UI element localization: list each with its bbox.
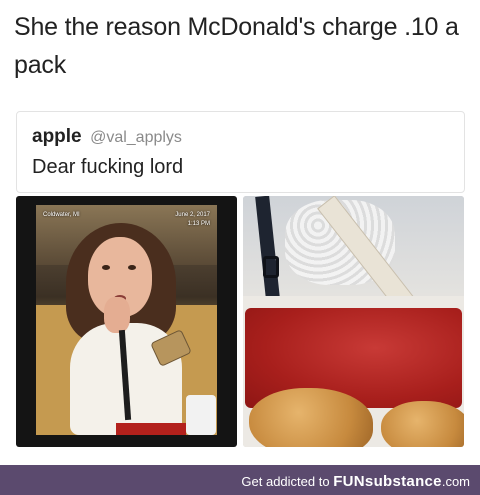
photo-ketchup-and-nuggets	[243, 196, 464, 447]
ketchup-tray	[116, 423, 186, 435]
drink-cup	[186, 395, 216, 435]
meme-caption: She the reason McDonald's charge .10 a p…	[14, 13, 459, 79]
hand	[104, 297, 130, 333]
footer-text[interactable]: Get addicted to FUNsubstance.com	[241, 473, 470, 490]
eye-left	[102, 265, 110, 270]
footer-banner[interactable]: Get addicted to FUNsubstance.com	[0, 465, 480, 495]
footer-site-name: FUNsubstance	[333, 473, 442, 490]
tweet-card: apple @val_applys Dear fucking lord	[16, 111, 465, 193]
snapchat-frame: Coldwater, MI June 2, 2017 1:13 PM	[36, 205, 217, 435]
photo-woman-eating-ketchup: Coldwater, MI June 2, 2017 1:13 PM	[16, 196, 237, 447]
snap-location-filter: Coldwater, MI	[43, 212, 80, 218]
footer-domain-suffix: .com	[441, 474, 470, 489]
tweet-handle[interactable]: @val_applys	[90, 129, 182, 146]
footer-prefix: Get addicted to	[241, 474, 330, 489]
eye-right	[128, 265, 136, 270]
snap-date-filter: June 2, 2017	[175, 212, 210, 218]
strap-buckle	[263, 256, 279, 278]
chicken-nugget	[381, 401, 464, 447]
tweet-text: Dear fucking lord	[32, 156, 184, 178]
snap-time-filter: 1:13 PM	[187, 221, 210, 227]
tweet-header: apple @val_applys	[32, 126, 182, 148]
tweet-display-name[interactable]: apple	[32, 126, 82, 147]
